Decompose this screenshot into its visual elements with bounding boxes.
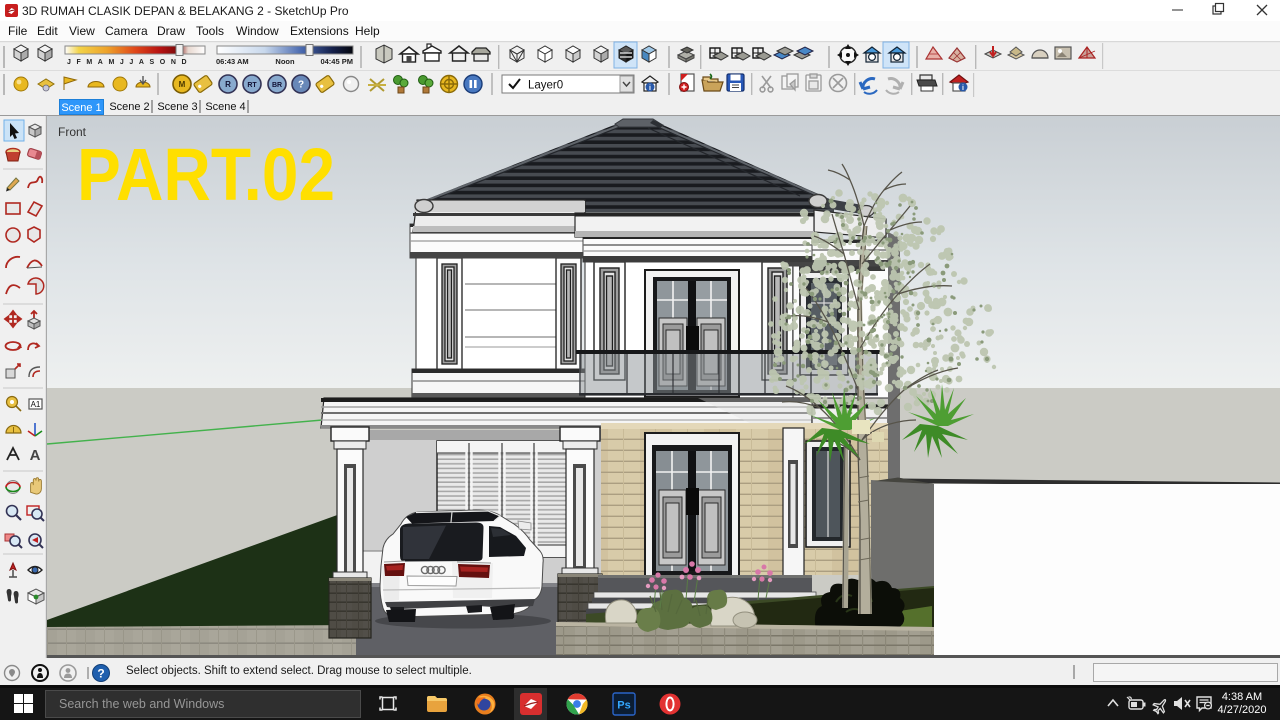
svg-text:i: i <box>962 85 964 92</box>
svg-text:M: M <box>179 80 186 89</box>
svg-text:?: ? <box>97 667 104 681</box>
svg-text:RT: RT <box>247 82 257 89</box>
svg-text:A: A <box>30 447 41 464</box>
svg-text:?: ? <box>298 80 304 91</box>
svg-text:Noon: Noon <box>275 57 295 66</box>
svg-text:06:43 AM: 06:43 AM <box>216 57 249 66</box>
svg-text:04:45 PM: 04:45 PM <box>320 57 353 66</box>
svg-text:A1: A1 <box>31 400 41 409</box>
svg-text:i: i <box>649 85 651 92</box>
svg-text:BR: BR <box>272 82 282 89</box>
svg-text:JFMAMJJASOND: JFMAMJJASOND <box>67 59 192 66</box>
svg-text:Layer0: Layer0 <box>528 80 563 92</box>
svg-text:R: R <box>225 80 231 89</box>
svg-text:PART.02: PART.02 <box>77 133 335 216</box>
svg-text:Ps: Ps <box>617 700 630 712</box>
